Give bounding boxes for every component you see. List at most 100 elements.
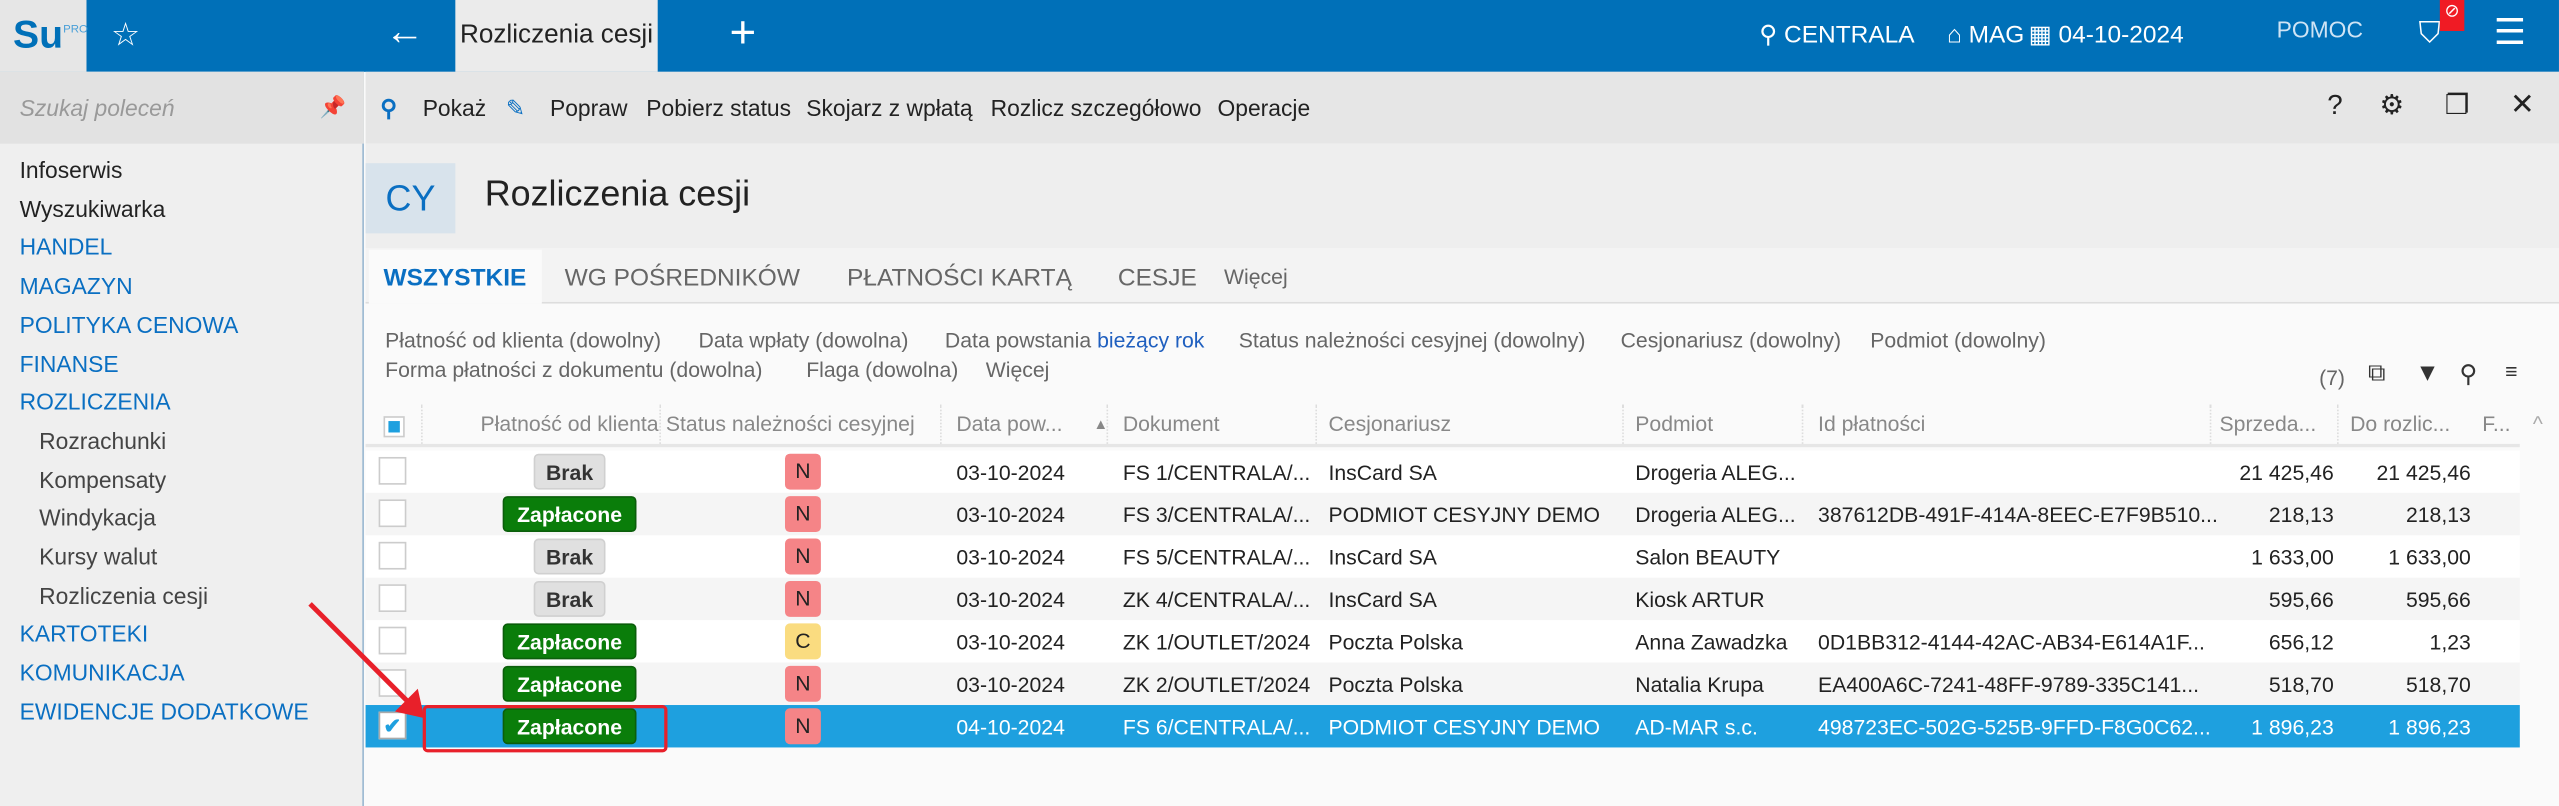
payment-status-badge: Brak [533,538,606,575]
match-payment-button[interactable]: Skojarz z wpłatą [806,95,972,121]
filter-payment[interactable]: Płatność od klienta (dowolny) [385,328,661,352]
sale-amount-cell: 1 896,23 [2251,714,2334,740]
column-divider[interactable] [1315,404,1318,444]
sidebar-item[interactable]: Kompensaty [39,466,166,492]
sidebar-item[interactable]: Infoserwis [20,157,123,183]
restore-window-icon[interactable]: ❐ [2445,90,2470,123]
table-row[interactable]: Zapłacone N 03-10-2024 FS 3/CENTRALA/... POD… [365,492,2520,536]
table-row[interactable]: Brak N 03-10-2024 ZK 4/CENTRALA/... InsCard … [365,577,2520,621]
payment-status-badge: Brak [533,453,606,490]
scroll-up-icon[interactable]: ^ [2533,411,2543,435]
column-header-cessionary[interactable]: Cesjonariusz [1328,411,1451,435]
fetch-status-button[interactable]: Pobierz status [646,95,791,121]
sidebar-item[interactable]: POLITYKA CENOWA [20,311,239,337]
column-divider[interactable] [659,404,661,444]
branch-button[interactable]: ⚲ CENTRALA [1759,0,1914,72]
tab-rozliczenia-cesji[interactable]: Rozliczenia cesji [455,0,658,72]
command-search-input[interactable]: Szukaj poleceń [0,71,364,144]
sidebar-item[interactable]: Windykacja [39,505,156,531]
toolbar: ⚲ Pokaż ✎ Popraw Pobierz status Skojarz … [365,71,2559,144]
sidebar-item[interactable]: MAGAZYN [20,273,133,299]
gear-icon[interactable]: ⚙ [2379,90,2404,123]
table-row[interactable]: Zapłacone C 03-10-2024 ZK 1/OUTLET/2024 Pocz… [365,620,2520,663]
shield-help-icon[interactable]: ⛉ [2419,0,2441,69]
column-header-sale[interactable]: Sprzeda... [2220,411,2317,435]
column-header-date[interactable]: Data pow... [956,411,1062,435]
tab-cesje[interactable]: CESJE [1118,264,1197,292]
operations-button[interactable]: Operacje [1217,95,1310,121]
offline-alert-icon[interactable]: ⊘ [2439,0,2465,32]
warehouse-button[interactable]: ⌂ MAG [1947,0,2024,72]
column-divider[interactable] [1801,404,1804,444]
search-icon: ⚲ [380,94,398,121]
tab-more[interactable]: Więcej [1224,264,1288,288]
column-divider[interactable] [1622,404,1624,444]
edit-button[interactable]: Popraw [550,95,627,121]
column-header-status[interactable]: Status należności cesyjnej [666,411,915,435]
filter-more[interactable]: Więcej [986,357,1050,381]
sidebar-item[interactable]: HANDEL [20,234,113,260]
filter-flag[interactable]: Flaga (dowolna) [806,357,958,381]
column-header-entity[interactable]: Podmiot [1635,411,1713,435]
table-row[interactable]: ✔ Zapłacone N 04-10-2024 FS 6/CENTRALA/... PO… [365,705,2520,748]
tab-wg-posrednikow[interactable]: WG POŚREDNIKÓW [565,264,800,292]
help-icon[interactable]: ? [2327,90,2342,123]
sidebar-item[interactable]: FINANSE [20,350,119,376]
cession-status-badge: N [784,453,821,490]
to-settle-amount-cell: 21 425,46 [2376,460,2471,485]
column-header-flag[interactable]: F... [2482,411,2510,435]
hamburger-menu-icon[interactable]: ☰ [2494,0,2526,69]
filter-payment-form[interactable]: Forma płatności z dokumentu (dowolna) [385,357,762,381]
filter-payment-date[interactable]: Data wpłaty (dowolna) [698,328,908,352]
page-title: Rozliczenia cesji [484,172,751,214]
filter-icon[interactable]: ▼ [2415,359,2439,387]
select-all-checkbox[interactable] [383,416,405,438]
filter-creation-date[interactable]: Data powstania bieżący rok [945,328,1204,352]
add-tab-icon[interactable]: + [730,7,757,59]
column-menu-icon[interactable]: ≡ [2505,359,2517,383]
table-row[interactable]: Brak N 03-10-2024 FS 1/CENTRALA/... InsCard … [365,450,2520,493]
column-header-payment-id[interactable]: Id płatności [1818,411,1925,435]
column-divider[interactable] [421,404,423,444]
column-header-document[interactable]: Dokument [1123,411,1220,435]
column-divider[interactable] [2209,404,2212,444]
close-icon[interactable]: ✕ [2510,88,2535,122]
row-checkbox[interactable] [378,499,407,528]
show-button[interactable]: Pokaż [423,95,487,121]
brush-icon: ✎ [505,94,526,121]
back-arrow-icon[interactable]: ← [385,10,424,56]
cessionary-cell: PODMIOT CESYJNY DEMO [1328,502,1600,528]
star-icon[interactable]: ☆ [111,15,140,56]
sale-amount-cell: 21 425,46 [2239,460,2334,485]
sidebar-item[interactable]: KOMUNIKACJA [20,659,185,685]
column-divider[interactable] [2337,404,2339,444]
logo[interactable]: SuPRO [0,0,88,72]
filter-status[interactable]: Status należności cesyjnej (dowolny) [1239,328,1586,352]
date-button[interactable]: ▦ 04-10-2024 [2029,0,2184,72]
sidebar-item[interactable]: Rozliczenia cesji [39,582,208,608]
help-link[interactable]: POMOC [2277,0,2363,65]
row-checkbox[interactable] [378,541,407,570]
column-divider[interactable] [940,404,942,444]
grid-search-icon[interactable]: ⚲ [2459,359,2477,389]
payment-id-cell: 387612DB-491F-414A-8EEC-E7F9B510... [1818,502,2218,528]
tab-platnosci-karta[interactable]: PŁATNOŚCI KARTĄ [847,264,1072,292]
sidebar-item[interactable]: Wyszukiwarka [20,195,166,221]
export-icon[interactable]: ⧉ [2368,359,2385,387]
to-settle-amount-cell: 518,70 [2405,672,2471,697]
sidebar-item[interactable]: Kursy walut [39,543,157,569]
tab-wszystkie[interactable]: WSZYSTKIE [368,249,542,304]
table-row[interactable]: Brak N 03-10-2024 FS 5/CENTRALA/... InsCard … [365,535,2520,578]
sidebar-item[interactable]: Rozrachunki [39,427,166,453]
column-header-payment[interactable]: Płatność od klienta [447,411,692,435]
sidebar-item[interactable]: KARTOTEKI [20,621,149,647]
filter-entity[interactable]: Podmiot (dowolny) [1870,328,2046,352]
settle-detailed-button[interactable]: Rozlicz szczegółowo [991,95,1202,121]
sidebar-item[interactable]: ROZLICZENIA [20,389,171,415]
filter-cessionary[interactable]: Cesjonariusz (dowolny) [1621,328,1842,352]
table-row[interactable]: Zapłacone N 03-10-2024 ZK 2/OUTLET/2024 Pocz… [365,662,2520,706]
pin-icon[interactable]: 📌 [320,95,346,121]
row-checkbox[interactable] [378,456,407,485]
column-header-to-settle[interactable]: Do rozlic... [2350,411,2450,435]
sidebar-item[interactable]: EWIDENCJE DODATKOWE [20,698,309,724]
